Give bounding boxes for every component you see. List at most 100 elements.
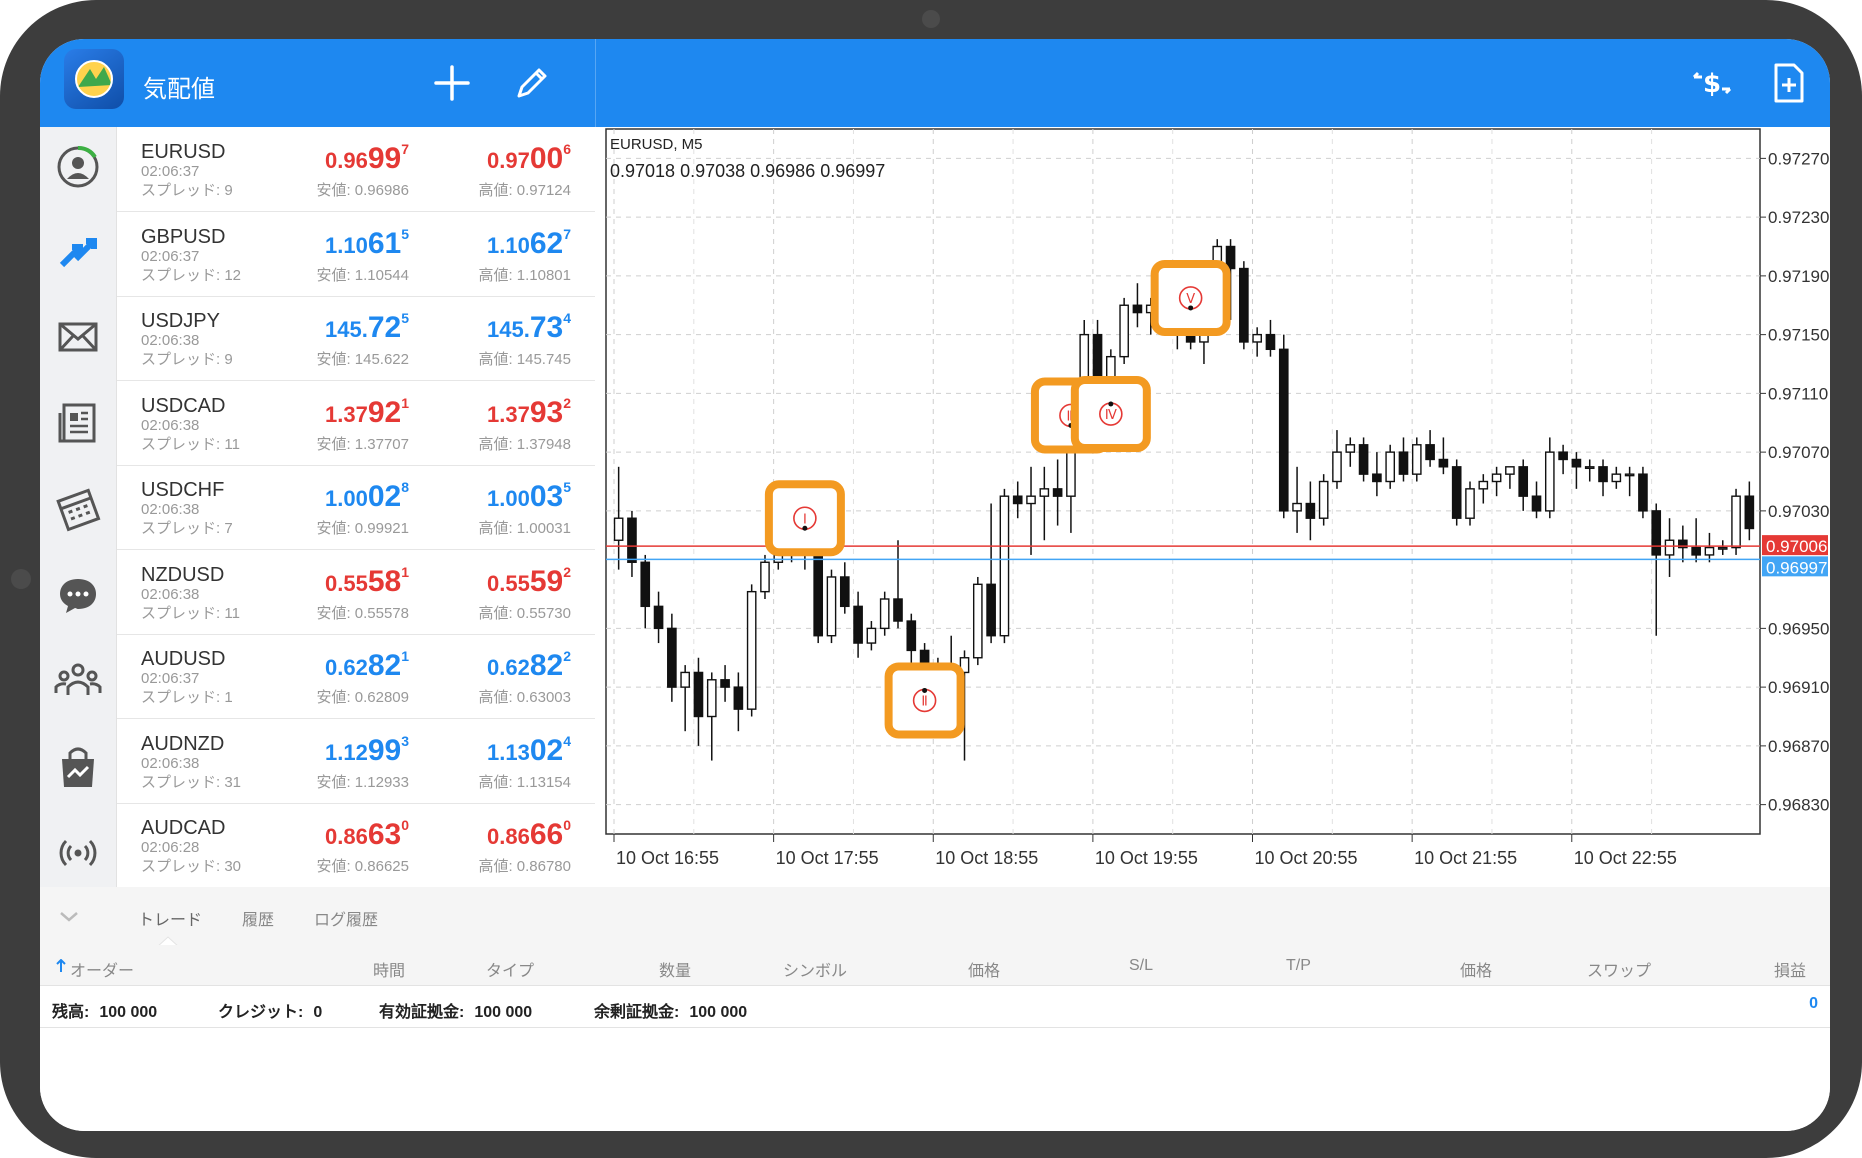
price-chart[interactable]: 0.97270 0.97230 0.97190 0.97150 0.97110 0.970… (602, 127, 1830, 887)
news-icon[interactable] (50, 395, 106, 451)
market-bag-icon[interactable] (50, 739, 106, 795)
quote-row-audcad[interactable]: AUDCAD 02:06:28 スプレッド: 30 0.86630 0.86660 安値:… (117, 803, 595, 888)
account-icon[interactable] (50, 139, 106, 195)
mail-icon[interactable] (50, 309, 106, 365)
candle-body (1358, 444, 1369, 475)
candle-body (853, 605, 863, 644)
sort-up-arrow-icon[interactable] (56, 959, 66, 973)
candle-body (1039, 488, 1050, 497)
tab-trade[interactable]: トレード (138, 906, 202, 930)
candle-body (1119, 304, 1129, 358)
col-profit[interactable]: 損益 (1774, 957, 1806, 981)
new-order-button[interactable] (1766, 61, 1810, 105)
equity: 有効証拠金: 100 000 (379, 1004, 533, 1021)
candle-body (640, 561, 651, 608)
wave-marker-4[interactable]: Ⅳ (1070, 376, 1151, 453)
candle-body (813, 554, 824, 637)
quote-row-gbpusd[interactable]: GBPUSD 02:06:37 スプレッド: 12 1.10615 1.10627 安値:… (117, 212, 595, 297)
quote-spread: スプレッド: 12 (141, 266, 242, 284)
quote-row-usdjpy[interactable]: USDJPY 02:06:38 スプレッド: 9 145.725 145.734 安値: … (117, 296, 595, 381)
trade-button[interactable]: $ (1690, 61, 1734, 105)
bid-price: 0.96997 (325, 141, 409, 175)
low-price: 安値: 0.55578 (316, 604, 409, 622)
ask-price: 0.55592 (487, 563, 571, 598)
wave-label: Ⅰ (803, 512, 807, 527)
candle-body (1026, 495, 1036, 505)
candle-body (1438, 458, 1449, 468)
quote-row-usdchf[interactable]: USDCHF 02:06:38 スプレッド: 7 1.00028 1.00035 安値: … (117, 465, 595, 550)
candle-body (1518, 466, 1529, 497)
calendar-icon[interactable] (50, 481, 106, 537)
chat-icon[interactable] (50, 567, 106, 623)
trade-tabs: トレード 履歴 ログ履歴 (40, 887, 1830, 947)
total-profit: 0 (1809, 995, 1818, 1012)
candle-body (1584, 466, 1595, 470)
bid-price: 1.10615 (325, 225, 409, 260)
community-icon[interactable] (50, 653, 106, 709)
quote-time: 02:06:28 (141, 839, 200, 856)
tab-log-history[interactable]: ログ履歴 (314, 906, 378, 930)
quote-row-audusd[interactable]: AUDUSD 02:06:37 スプレッド: 1 0.62821 0.62822 安値: … (117, 634, 595, 719)
quote-symbol: USDJPY (141, 310, 220, 332)
col-sl[interactable]: S/L (1129, 957, 1153, 975)
tab-history[interactable]: 履歴 (242, 906, 274, 930)
col-order[interactable]: オーダー (70, 957, 134, 981)
wave-marker-2[interactable]: Ⅱ (884, 662, 965, 739)
col-symbol[interactable]: シンボル (783, 957, 847, 981)
candle-body (1411, 444, 1422, 475)
account-summary: 残高: 100 000 クレジット: 0 有効証拠金: 100 000 余剰証拠金: 1… (40, 985, 1830, 1028)
quote-time: 02:06:37 (141, 163, 200, 180)
y-tick-label: 0.97230 (1768, 208, 1829, 227)
candle-body (1491, 473, 1502, 483)
candle-body (1425, 444, 1435, 461)
x-tick-label: 10 Oct 22:55 (1574, 848, 1677, 868)
quotes-icon[interactable] (50, 223, 106, 279)
y-tick-label: 0.97190 (1768, 267, 1829, 286)
quote-row-eurusd[interactable]: EURUSD 02:06:37 スプレッド: 9 0.96997 0.97006 安値: … (117, 127, 595, 212)
wave-marker-5[interactable]: Ⅴ (1150, 259, 1231, 336)
high-price: 高値: 145.745 (478, 351, 571, 368)
col-tp[interactable]: T/P (1286, 957, 1311, 975)
quote-row-usdcad[interactable]: USDCAD 02:06:38 スプレッド: 11 1.37921 1.37932 安値:… (117, 381, 595, 466)
candle-body (826, 576, 837, 637)
bid-price: 0.55581 (325, 563, 409, 598)
add-symbol-button[interactable] (430, 61, 474, 105)
col-time[interactable]: 時間 (373, 957, 405, 981)
trade-panel: トレード 履歴 ログ履歴 オーダー 時間 タイプ 数量 シンボル 価格 S/L … (40, 887, 1830, 1131)
col-volume[interactable]: 数量 (659, 957, 691, 981)
dollar-arrows-icon: $ (1692, 69, 1732, 99)
ask-price: 145.734 (487, 310, 571, 344)
chevron-down-icon[interactable] (58, 909, 80, 925)
col-type[interactable]: タイプ (486, 957, 534, 981)
plus-icon (434, 65, 470, 101)
quotes-list: EURUSD 02:06:37 スプレッド: 9 0.96997 0.97006 安値: … (117, 127, 595, 888)
chart-canvas[interactable]: 0.97270 0.97230 0.97190 0.97150 0.97110 0.970… (602, 127, 1830, 887)
credit: クレジット: 0 (218, 1004, 323, 1021)
quote-row-nzdusd[interactable]: NZDUSD 02:06:38 スプレッド: 11 0.55581 0.55592 安値:… (117, 550, 595, 635)
candle-body (1638, 473, 1648, 512)
edit-symbols-button[interactable] (510, 61, 554, 105)
low-price: 安値: 0.62809 (316, 689, 409, 706)
col-swap[interactable]: スワップ (1587, 957, 1651, 981)
candle-body (1478, 480, 1489, 490)
candle-body (1305, 502, 1316, 519)
navigation-sidebar (40, 127, 117, 887)
wave-point (1108, 401, 1114, 407)
candle-body (972, 583, 983, 659)
col-price[interactable]: 価格 (968, 957, 1000, 981)
signals-icon[interactable] (50, 825, 106, 881)
quote-symbol: GBPUSD (141, 225, 226, 248)
low-price: 安値: 1.12933 (316, 773, 409, 791)
wave-label: Ⅳ (1105, 408, 1117, 423)
candle-body (906, 620, 917, 652)
quote-row-audnzd[interactable]: AUDNZD 02:06:38 スプレッド: 31 1.12993 1.13024 安値:… (117, 719, 595, 804)
y-tick-label: 0.97070 (1768, 443, 1829, 462)
metatrader-logo-icon[interactable] (64, 49, 124, 109)
y-tick-label: 0.97030 (1768, 502, 1829, 521)
col-current-price[interactable]: 価格 (1460, 957, 1492, 981)
high-price: 高値: 1.13154 (478, 773, 571, 791)
wave-marker-1[interactable]: Ⅰ (764, 480, 845, 557)
candle-body (760, 561, 770, 593)
balance: 残高: 100 000 (52, 1004, 158, 1021)
candle-body (1225, 245, 1236, 270)
